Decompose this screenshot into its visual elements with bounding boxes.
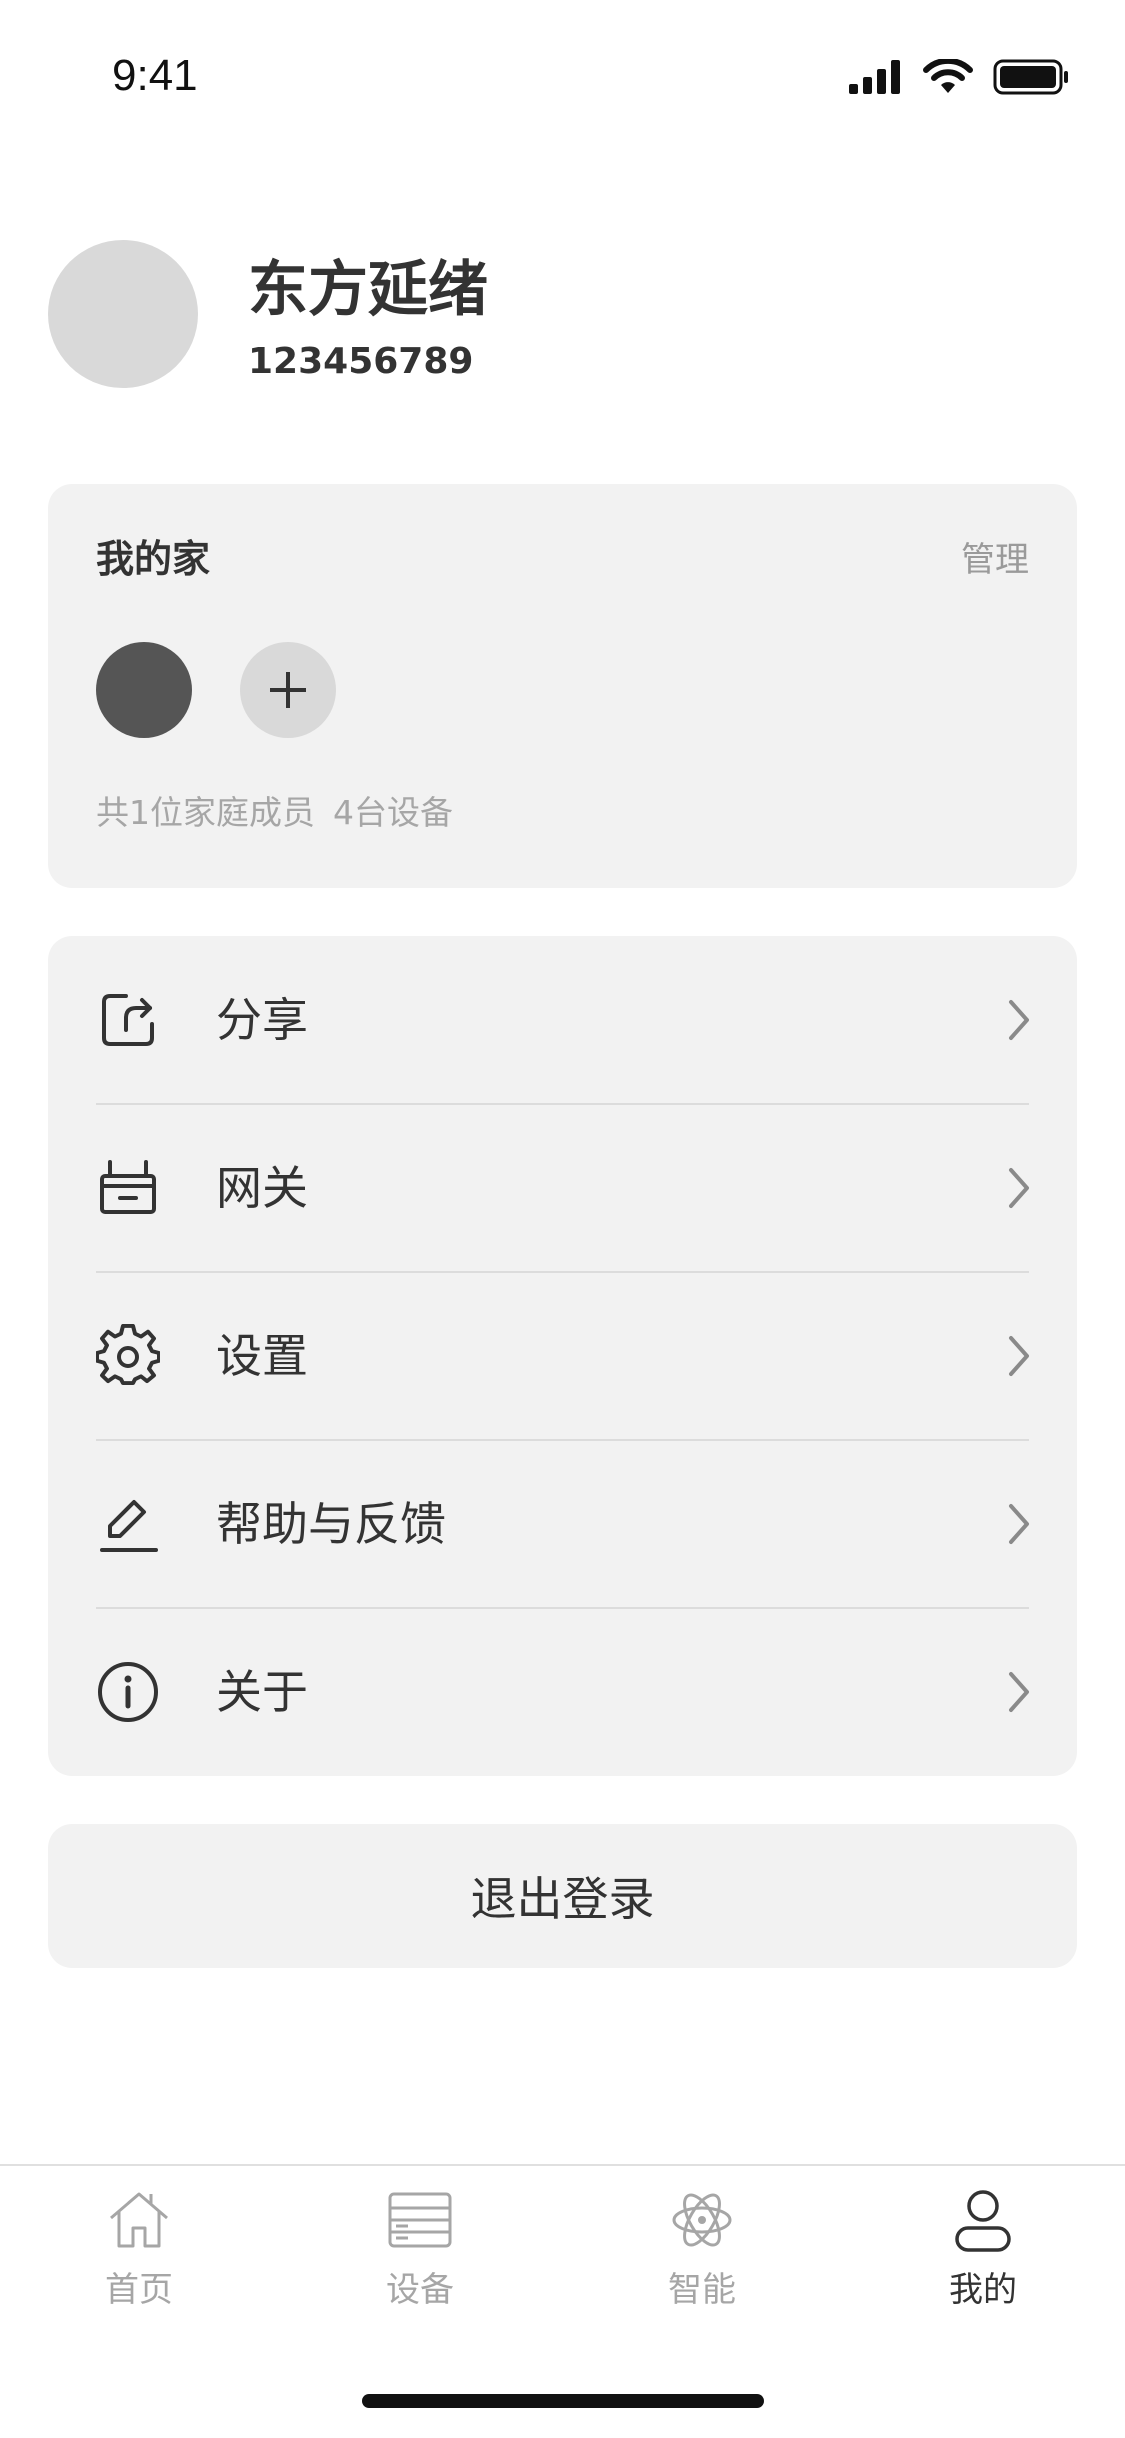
tab-label-home: 首页 (105, 2270, 173, 2310)
status-icons (849, 52, 1069, 102)
tab-smart[interactable]: 智能 (602, 2186, 802, 2326)
menu-label-gateway: 网关 (216, 1161, 308, 1215)
wifi-icon (923, 59, 973, 93)
menu-item-gateway[interactable]: 网关 (48, 1104, 1077, 1272)
member-avatar[interactable] (96, 642, 192, 738)
home-title: 我的家 (96, 537, 211, 581)
info-icon (98, 1662, 158, 1722)
home-indicator[interactable] (362, 2394, 764, 2408)
tab-label-devices: 设备 (386, 2270, 454, 2310)
user-icon (955, 2190, 1011, 2252)
avatar[interactable] (48, 240, 198, 388)
tab-label-mine: 我的 (949, 2270, 1017, 2310)
gear-icon (96, 1324, 160, 1386)
chevron-right-icon (1009, 1504, 1029, 1544)
logout-button[interactable]: 退出登录 (48, 1824, 1077, 1968)
signal-icon (849, 60, 900, 94)
chevron-right-icon (1009, 1168, 1029, 1208)
menu-item-settings[interactable]: 设置 (48, 1272, 1077, 1440)
user-name: 东方延绪 (248, 255, 488, 325)
home-summary: 共1位家庭成员 4台设备 (96, 790, 453, 836)
chevron-right-icon (1009, 1336, 1029, 1376)
devices-count: 4台设备 (333, 793, 453, 832)
chevron-right-icon (1009, 1000, 1029, 1040)
menu-label-about: 关于 (216, 1665, 308, 1719)
menu-item-about[interactable]: 关于 (48, 1608, 1077, 1776)
tab-home[interactable]: 首页 (39, 2186, 239, 2326)
chevron-right-icon (1009, 1672, 1029, 1712)
atom-icon (672, 2193, 732, 2247)
user-id: 123456789 (248, 341, 474, 382)
tab-mine[interactable]: 我的 (883, 2186, 1083, 2326)
home-card: 我的家 管理 共1位家庭成员 4台设备 (48, 484, 1077, 888)
menu-item-help[interactable]: 帮助与反馈 (48, 1440, 1077, 1608)
menu-label-help: 帮助与反馈 (216, 1497, 446, 1551)
gateway-icon (100, 1160, 156, 1214)
home-icon (110, 2192, 168, 2248)
status-time: 9:41 (112, 51, 198, 100)
tab-devices[interactable]: 设备 (320, 2186, 520, 2326)
share-icon (102, 994, 154, 1046)
members-count: 共1位家庭成员 (96, 793, 315, 832)
menu-card: 分享 网关 设置 帮助与反馈 关于 (48, 936, 1077, 1776)
menu-label-share: 分享 (216, 993, 308, 1047)
battery-icon (993, 59, 1068, 95)
plus-icon (270, 672, 306, 708)
add-member-button[interactable] (240, 642, 336, 738)
home-manage-link[interactable]: 管理 (961, 536, 1029, 584)
menu-label-settings: 设置 (216, 1329, 308, 1383)
menu-item-share[interactable]: 分享 (48, 936, 1077, 1104)
edit-icon (100, 1500, 158, 1552)
devices-icon (388, 2192, 452, 2248)
tab-label-smart: 智能 (668, 2270, 736, 2310)
